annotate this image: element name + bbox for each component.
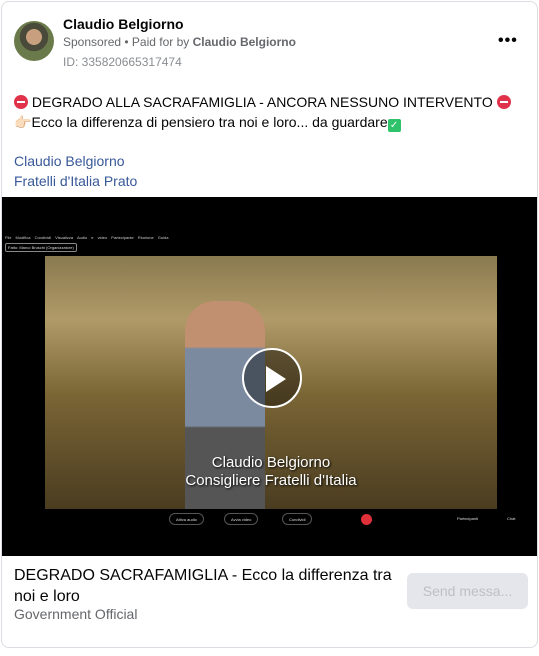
link-claudio-belgiorno[interactable]: Claudio Belgiorno [14, 151, 137, 171]
check-mark-icon: ✓ [387, 119, 401, 132]
ad-card: Claudio Belgiorno Sponsored • Paid for b… [1, 1, 538, 648]
post-line-1: DEGRADO ALLA SACRAFAMIGLIA - ANCORA NESS… [28, 94, 497, 110]
no-entry-icon [496, 95, 511, 109]
caption-role: Consigliere Fratelli d'Italia [185, 472, 357, 489]
video-call-controls: Attiva audio Avvia video Condividi Parte… [2, 513, 537, 527]
page-name[interactable]: Claudio Belgiorno [63, 16, 184, 32]
pointing-hand-icon: 👉🏻 [14, 114, 32, 130]
more-options-icon[interactable]: ••• [498, 32, 518, 50]
chat-label: Chat [507, 516, 516, 521]
post-text: DEGRADO ALLA SACRAFAMIGLIA - ANCORA NESS… [14, 92, 511, 132]
link-title[interactable]: DEGRADO SACRAFAMIGLIA - Ecco la differen… [14, 565, 399, 607]
mute-button: Attiva audio [169, 513, 204, 525]
play-button[interactable] [242, 348, 302, 408]
ad-id: ID: 335820665317474 [63, 55, 182, 69]
caption-name: Claudio Belgiorno [211, 454, 331, 471]
no-entry-icon [14, 95, 28, 109]
video-player[interactable]: File Modifica Condividi Visualizza Audio… [2, 197, 537, 556]
avatar[interactable] [14, 21, 54, 61]
send-message-button[interactable]: Send messa... [407, 573, 528, 609]
link-fratelli-italia-prato[interactable]: Fratelli d'Italia Prato [14, 171, 137, 191]
video-organizer-tag: Fatto: Marco Bruschi (Organizzatore) [5, 243, 77, 252]
sponsored-line: Sponsored • Paid for by Claudio Belgiorn… [63, 35, 296, 49]
hang-up-icon [361, 514, 372, 525]
paid-for-by: Claudio Belgiorno [192, 35, 296, 49]
post-line-2: Ecco la differenza di pensiero tra noi e… [31, 114, 388, 130]
share-button: Condividi [282, 513, 313, 525]
paid-for-prefix: • Paid for by [121, 35, 193, 49]
start-video-button: Avvia video [224, 513, 259, 525]
sponsored-label: Sponsored [63, 35, 122, 49]
video-app-menu: File Modifica Condividi Visualizza Audio… [5, 235, 169, 240]
participants-label: Partecipanti [457, 516, 479, 521]
page-category: Government Official [14, 606, 138, 622]
